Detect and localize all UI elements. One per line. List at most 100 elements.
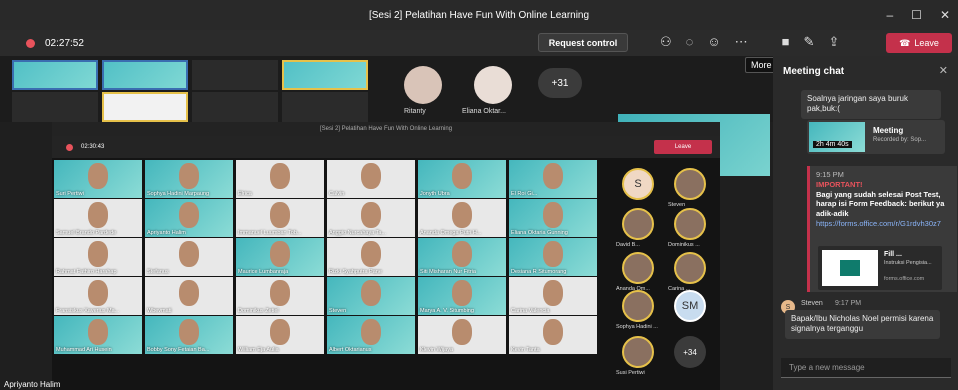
participant-name: Kevin Tanta (511, 347, 540, 353)
mic-muted-icon[interactable]: ✎ (804, 34, 815, 50)
shared-screen: [Sesi 2] Pelatihan Have Fun With Online … (52, 122, 720, 390)
participant-name: Ritanty (404, 108, 426, 115)
participant-name: Ananda Omega Putri H... (420, 230, 482, 236)
participant-tile[interactable]: Siti Misharan Nur Fitria (418, 238, 506, 276)
participant-tile[interactable]: Wbevmati (145, 277, 233, 315)
close-chat-icon[interactable]: ✕ (939, 64, 948, 77)
close-icon[interactable]: ✕ (940, 8, 950, 22)
video-tile[interactable] (282, 60, 368, 90)
card-title: Fill ... (884, 251, 902, 258)
participant-tile[interactable]: Maurice Lumbanraja (236, 238, 324, 276)
participant-face (179, 241, 199, 267)
participant-tile[interactable]: Rizki Syahputra Pane (327, 238, 415, 276)
participant-face (361, 241, 381, 267)
participant-tile[interactable]: Muhammad Ari Husein (54, 316, 142, 354)
chat-input[interactable]: Type a new message (781, 358, 951, 378)
participant-tile[interactable]: Calvin (327, 160, 415, 198)
video-tile[interactable] (192, 60, 278, 90)
window-title: [Sesi 2] Pelatihan Have Fun With Online … (368, 9, 590, 21)
participant-name: El Roi Gi... (511, 191, 538, 197)
overflow-count[interactable]: +31 (538, 68, 582, 98)
participant-tile[interactable]: Stefanus (145, 238, 233, 276)
participant-face (179, 280, 199, 306)
participant-name: Samuel Brando Pardede (56, 230, 117, 236)
participant-tile[interactable]: Jonyth Ubra (418, 160, 506, 198)
participant-face (88, 163, 108, 189)
participant-tile[interactable]: Suri Pertiwi (54, 160, 142, 198)
participant-tile[interactable]: Dominikus Zetiel (236, 277, 324, 315)
participant-name: Steven (329, 308, 347, 314)
participant-tile[interactable]: Samuel Brando Pardede (54, 199, 142, 237)
recording-duration: 2h 4m 40s (813, 141, 852, 148)
participant-tile[interactable]: Klevin Wijaya (418, 316, 506, 354)
participant-face (543, 202, 563, 228)
participant-tile[interactable]: Eliana Oktaria Gunning (509, 199, 597, 237)
avatar[interactable]: S (622, 168, 654, 200)
video-tile[interactable] (192, 92, 278, 122)
video-tile[interactable] (12, 92, 98, 122)
avatar[interactable] (674, 168, 706, 200)
record-icon (66, 143, 73, 151)
participant-face (452, 319, 472, 345)
participant-name: Siti Misharan Nur Fitria (420, 269, 476, 275)
request-control-button[interactable]: Request control (538, 33, 628, 52)
chat-icon[interactable]: ◌ (686, 34, 694, 50)
avatar[interactable] (622, 290, 654, 322)
reactions-icon[interactable]: ☺ (707, 34, 720, 50)
camera-icon[interactable]: ■ (782, 34, 790, 50)
form-link[interactable]: https://forms.office.com/r/G1rdvh30z7 (816, 219, 951, 229)
sender-name: Steven (801, 300, 823, 307)
chat-panel: Meeting chat ✕ Soalnya jaringan saya bur… (773, 56, 958, 390)
participant-tile[interactable]: Sophya Hadini Marpaung (145, 160, 233, 198)
video-tile[interactable] (282, 92, 368, 122)
participant-tile[interactable]: Anggio Nurcahaya Ta... (327, 199, 415, 237)
participant-tile[interactable]: Bobby Sony Fetaian Ba... (145, 316, 233, 354)
participant-name: Desiana R Situmorang (511, 269, 567, 275)
video-tile[interactable] (102, 92, 188, 122)
video-tile[interactable] (12, 60, 98, 90)
participant-name: David B... (616, 242, 640, 248)
participant-tile[interactable]: Marya A. V. Situmbing (418, 277, 506, 315)
participant-name: Susi Pertiwi (616, 370, 645, 376)
participant-face (270, 163, 290, 189)
participant-tile[interactable]: Carina Valencia (509, 277, 597, 315)
participant-face (270, 241, 290, 267)
participant-tile[interactable]: Fransiskus Xaverius Ma... (54, 277, 142, 315)
minimize-icon[interactable]: – (886, 8, 893, 22)
participant-name: Elrica (238, 191, 252, 197)
avatar[interactable] (622, 208, 654, 240)
meeting-recording-card[interactable]: 2h 4m 40s Meeting Recorded by: Sop... (807, 120, 945, 154)
avatar[interactable] (474, 66, 512, 104)
maximize-icon[interactable]: ☐ (911, 8, 922, 22)
avatar[interactable] (622, 252, 654, 284)
avatar[interactable] (404, 66, 442, 104)
overflow-count[interactable]: +34 (674, 336, 706, 368)
participant-tile[interactable]: Kevin Tanta (509, 316, 597, 354)
leave-button[interactable]: ☎ Leave (886, 33, 952, 53)
share-icon[interactable]: ⇪ (828, 34, 839, 50)
participant-tile[interactable]: William Eja Aulia (236, 316, 324, 354)
avatar[interactable] (674, 252, 706, 284)
participant-grid: Suri Pertiwi Sophya Hadini Marpaung Elrica… (54, 160, 602, 390)
link-preview-card[interactable]: Fill ... Instruksi Pengisia... forms.off… (818, 246, 942, 290)
participant-tile[interactable]: Albert Oktarianus (327, 316, 415, 354)
window-controls: – ☐ ✕ (886, 8, 950, 22)
participant-tile[interactable]: Ananda Omega Putri H... (418, 199, 506, 237)
participant-name: Albert Oktarianus (329, 347, 372, 353)
participant-tile[interactable]: El Roi Gi... (509, 160, 597, 198)
footer-name: Apriyanto Halim (4, 380, 61, 389)
video-tile[interactable] (102, 60, 188, 90)
participant-tile[interactable]: Desiana R Situmorang (509, 238, 597, 276)
participant-tile[interactable]: Rahmat Fathiro Harahap (54, 238, 142, 276)
participant-tile[interactable]: Steven (327, 277, 415, 315)
participant-name: William Eja Aulia (238, 347, 279, 353)
avatar[interactable] (674, 208, 706, 240)
participants-icon[interactable]: ⚇ (660, 34, 672, 50)
participant-tile[interactable]: Elrica (236, 160, 324, 198)
participant-tile[interactable]: Immanuel Luumban Tob... (236, 199, 324, 237)
participant-tile[interactable]: Apriyanto Halim (145, 199, 233, 237)
avatar[interactable] (622, 336, 654, 368)
more-actions-icon[interactable]: ⋯ (735, 34, 748, 50)
participant-name: Immanuel Luumban Tob... (238, 230, 302, 236)
avatar[interactable]: SM (674, 290, 706, 322)
